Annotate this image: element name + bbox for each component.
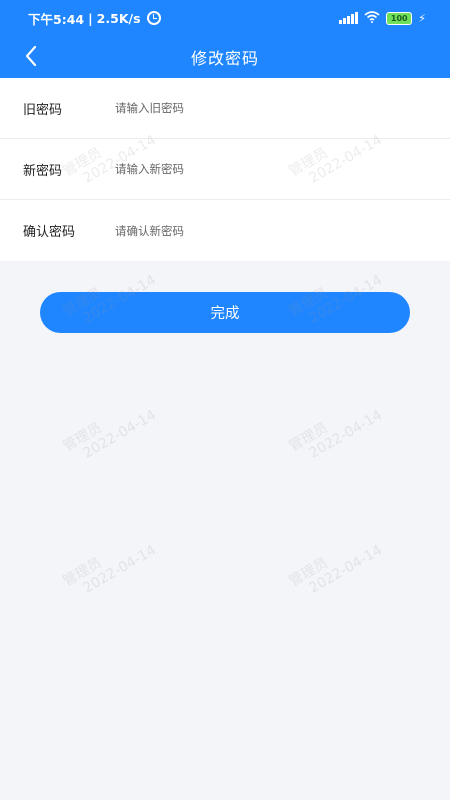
alarm-clock-icon <box>146 11 161 25</box>
status-left: 下午5:44 | 2.5K/s <box>28 9 161 28</box>
watermark-name: 管理员 <box>60 554 105 590</box>
watermark: 管理员 2022-04-14 <box>286 528 385 603</box>
old-password-input[interactable] <box>115 101 395 115</box>
back-icon[interactable] <box>20 44 44 68</box>
battery-icon: 100 <box>386 11 413 25</box>
watermark: 管理员 2022-04-14 <box>60 393 159 468</box>
watermark-name: 管理员 <box>60 419 105 455</box>
watermark-date: 2022-04-14 <box>306 407 385 462</box>
new-password-input[interactable] <box>115 162 395 176</box>
watermark-date: 2022-04-14 <box>80 542 159 597</box>
status-bar: 下午5:44 | 2.5K/s 100 ⚡ <box>0 0 450 36</box>
new-password-row: 新密码 <box>0 139 450 200</box>
watermark: 管理员 2022-04-14 <box>60 528 159 603</box>
submit-button[interactable]: 完成 <box>40 292 410 333</box>
nav-bar: 修改密码 <box>0 36 450 78</box>
wifi-icon <box>364 10 380 26</box>
charging-bolt-icon: ⚡ <box>418 11 426 25</box>
battery-level: 100 <box>390 13 408 23</box>
watermark-name: 管理员 <box>286 419 331 455</box>
watermark-date: 2022-04-14 <box>306 542 385 597</box>
network-speed: 2.5K/s <box>96 10 141 26</box>
confirm-password-row: 确认密码 <box>0 200 450 261</box>
confirm-password-label: 确认密码 <box>23 225 76 240</box>
confirm-password-input[interactable] <box>115 223 395 238</box>
page-title: 修改密码 <box>190 49 259 68</box>
old-password-row: 旧密码 <box>0 78 450 139</box>
status-time: 下午5:44 <box>28 11 85 27</box>
watermark: 管理员 2022-04-14 <box>286 393 385 468</box>
password-form: 旧密码 新密码 确认密码 <box>0 78 450 261</box>
status-right: 100 ⚡ <box>339 10 426 26</box>
new-password-label: 新密码 <box>23 163 63 179</box>
signal-bars-icon <box>339 12 359 24</box>
old-password-label: 旧密码 <box>23 102 63 118</box>
status-separator: | <box>88 10 93 26</box>
app-header: 下午5:44 | 2.5K/s 100 ⚡ 修改密码 <box>0 0 450 78</box>
watermark-name: 管理员 <box>286 554 331 590</box>
watermark-date: 2022-04-14 <box>80 407 159 462</box>
